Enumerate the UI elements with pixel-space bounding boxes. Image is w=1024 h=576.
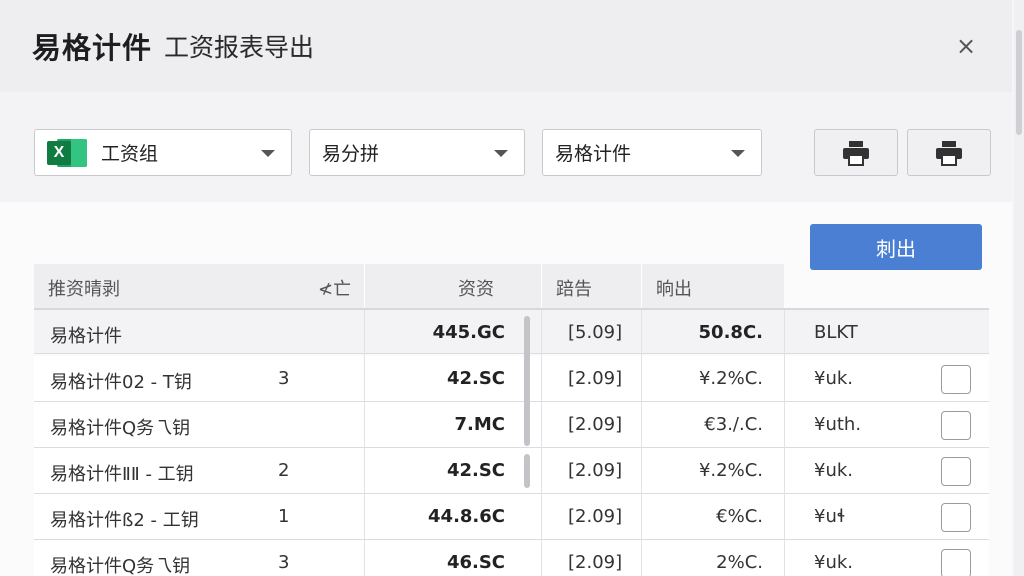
row-name: 易格计件ⅡⅡ - 工钥 — [50, 464, 194, 485]
table-total-row[interactable]: 易格计件 445.GC [5.09] 50.8C. BLKT — [34, 308, 989, 356]
row-pct: €3./.C. — [704, 414, 763, 435]
row-pct: ¥.2%C. — [698, 460, 763, 481]
print-preview-button[interactable] — [907, 129, 991, 176]
split-select[interactable]: 易分拼 — [309, 129, 525, 176]
row-name: 易格计件ß2 - 工钥 — [50, 510, 199, 531]
row-status: ¥uk. — [814, 460, 854, 481]
row-status: ¥uk. — [814, 368, 854, 389]
row-qty: 2 — [278, 460, 290, 481]
column-header-period[interactable]: 踣告 — [556, 275, 592, 301]
excel-icon: X — [47, 137, 87, 169]
product-select-value: 易格计件 — [555, 143, 632, 165]
salary-group-value: 工资组 — [101, 143, 159, 165]
column-header-qty[interactable]: ≮亡 — [318, 275, 351, 301]
column-header-amount[interactable]: 资资 — [458, 275, 494, 301]
row-status: ¥uth. — [814, 414, 862, 435]
row-qty: 3 — [278, 552, 290, 573]
row-period: [2.09] — [568, 506, 623, 527]
page-scrollbar[interactable] — [1014, 0, 1024, 576]
row-pct: ¥.2%C. — [698, 368, 763, 389]
table-row[interactable]: 易格计件ⅡⅡ - 工钥 2 42.SC [2.09] ¥.2%C. ¥uk. — [34, 448, 989, 494]
brand-title: 易格计件 — [32, 31, 153, 65]
close-icon: × — [955, 32, 977, 60]
column-header-output[interactable]: 晌出 — [656, 275, 692, 301]
row-checkbox[interactable] — [941, 411, 971, 440]
chevron-down-icon — [261, 150, 275, 157]
salary-group-select[interactable]: X 工资组 — [34, 129, 292, 176]
table-row[interactable]: 易格计件ß2 - 工钥 1 44.8.6C [2.09] €%C. ¥uɬ — [34, 494, 989, 540]
table-row[interactable]: 易格计件Q务乁钥 7.MC [2.09] €3./.C. ¥uth. — [34, 402, 989, 448]
close-button[interactable]: × — [952, 32, 980, 60]
table-row[interactable]: 易格计件Q务乁钥 3 46.SC [2.09] 2%C. ¥uk. — [34, 540, 989, 576]
printer-icon — [936, 140, 962, 166]
row-name: 易格计件Q务乁钥 — [50, 418, 191, 439]
table-header: 推资晴剥 ≮亡 资资 踣告 晌出 — [34, 264, 784, 308]
column-header-name[interactable]: 推资晴剥 — [48, 275, 120, 301]
row-qty: 3 — [278, 368, 290, 389]
chevron-down-icon — [494, 150, 508, 157]
row-qty: 1 — [278, 506, 290, 527]
total-name: 易格计件 — [50, 326, 122, 347]
page-scrollbar-thumb[interactable] — [1016, 30, 1022, 135]
row-period: [2.09] — [568, 460, 623, 481]
table-scrollbar-thumb[interactable] — [524, 454, 530, 488]
table-row[interactable]: 易格计件02 - T钥 3 42.SC [2.09] ¥.2%C. ¥uk. — [34, 356, 989, 402]
product-select[interactable]: 易格计件 — [542, 129, 762, 176]
dialog-header: 易格计件 工资报表导出 — [0, 0, 1012, 92]
table-scrollbar-thumb[interactable] — [524, 316, 530, 446]
dialog-subtitle: 工资报表导出 — [164, 33, 315, 62]
total-status: BLKT — [814, 322, 858, 343]
printer-icon — [843, 140, 869, 166]
row-amount: 7.MC — [454, 414, 505, 435]
row-pct: 2%C. — [716, 552, 763, 573]
row-pct: €%C. — [716, 506, 763, 527]
row-checkbox[interactable] — [941, 549, 971, 576]
row-name: 易格计件02 - T钥 — [50, 372, 192, 393]
row-name: 易格计件Q务乁钥 — [50, 556, 191, 576]
split-select-value: 易分拼 — [322, 143, 380, 165]
print-button[interactable] — [814, 129, 898, 176]
row-amount: 46.SC — [446, 552, 505, 573]
row-period: [2.09] — [568, 552, 623, 573]
total-amount: 445.GC — [432, 322, 505, 343]
row-amount: 42.SC — [446, 368, 505, 389]
row-checkbox[interactable] — [941, 503, 971, 532]
row-period: [2.09] — [568, 368, 623, 389]
row-status: ¥uk. — [814, 552, 854, 573]
row-status: ¥uɬ — [814, 506, 846, 527]
row-amount: 44.8.6C — [428, 506, 505, 527]
toolbar: X 工资组 易分拼 易格计件 — [0, 92, 1012, 202]
chevron-down-icon — [731, 150, 745, 157]
total-pct: 50.8C. — [698, 322, 763, 343]
row-period: [2.09] — [568, 414, 623, 435]
export-button[interactable]: 刺出 — [810, 224, 982, 270]
row-checkbox[interactable] — [941, 457, 971, 486]
row-amount: 42.SC — [446, 460, 505, 481]
total-period: [5.09] — [568, 322, 623, 343]
row-checkbox[interactable] — [941, 365, 971, 394]
